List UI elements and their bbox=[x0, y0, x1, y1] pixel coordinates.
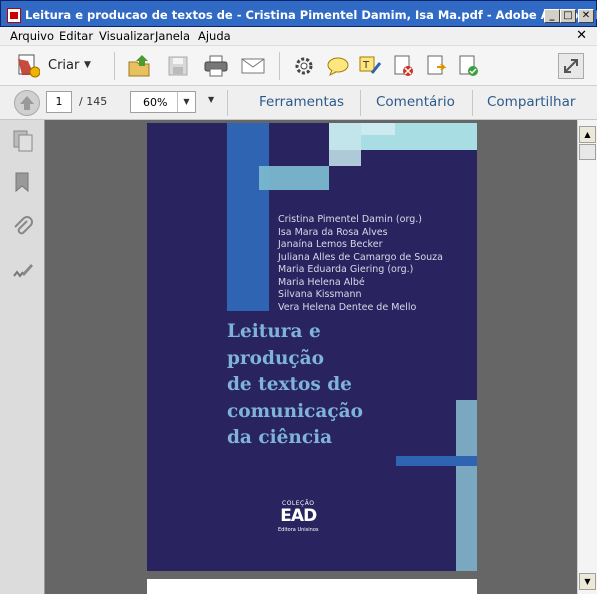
menu-editar[interactable]: Editar bbox=[59, 29, 93, 43]
author-name: Maria Eduarda Giering (org.) bbox=[278, 264, 414, 275]
speech-bubble-icon bbox=[327, 57, 349, 77]
author-name: Vera Helena Dentee de Mello bbox=[278, 301, 417, 313]
export-button[interactable] bbox=[424, 53, 450, 79]
scroll-down-button[interactable]: ▼ bbox=[579, 573, 596, 590]
book-cover: Cristina Pimentel Damin (org.) Isa Mara … bbox=[147, 123, 477, 571]
page-number-input[interactable]: 1 bbox=[46, 91, 72, 113]
action-page-icon bbox=[459, 55, 478, 76]
collection-logo: COLEÇÃO EAD Editora Unisinos bbox=[278, 500, 319, 533]
vertical-scrollbar[interactable]: ▲ ▼ bbox=[577, 120, 597, 594]
author-name: Cristina Pimentel Damin (org.) bbox=[278, 214, 422, 225]
book-title: Leitura e produção de textos de comunica… bbox=[227, 321, 363, 448]
gear-icon bbox=[295, 57, 313, 75]
zoom-value: 60% bbox=[143, 96, 168, 109]
delete-button[interactable] bbox=[391, 53, 417, 79]
page-up-button[interactable] bbox=[14, 90, 40, 116]
delete-page-icon bbox=[394, 55, 413, 76]
tab-compartilhar[interactable]: Compartilhar bbox=[487, 94, 575, 110]
comment-button[interactable] bbox=[325, 53, 351, 79]
open-button[interactable] bbox=[127, 53, 153, 79]
chevron-down-icon: ▼ bbox=[84, 60, 91, 70]
arrow-up-icon bbox=[20, 96, 34, 110]
text-edit-icon: T bbox=[359, 56, 382, 74]
action-button[interactable] bbox=[456, 53, 482, 79]
close-button[interactable]: ✕ bbox=[578, 9, 594, 23]
email-button[interactable] bbox=[240, 53, 266, 79]
tab-comentario[interactable]: Comentário bbox=[376, 94, 455, 110]
open-folder-icon bbox=[128, 55, 150, 77]
author-name: Janaína Lemos Becker bbox=[278, 239, 383, 250]
create-pdf-icon bbox=[18, 54, 40, 78]
export-page-icon bbox=[427, 55, 447, 75]
page-thumbnails-button[interactable] bbox=[12, 130, 34, 152]
envelope-icon bbox=[241, 58, 265, 74]
svg-text:T: T bbox=[362, 60, 370, 71]
attachments-button[interactable] bbox=[12, 216, 34, 238]
document-close-button[interactable]: ✕ bbox=[576, 28, 587, 43]
bookmark-icon bbox=[15, 172, 29, 193]
maximize-button[interactable]: □ bbox=[560, 9, 576, 23]
highlight-button[interactable]: T bbox=[357, 53, 383, 79]
author-name: Silvana Kissmann bbox=[278, 289, 362, 300]
settings-button[interactable] bbox=[291, 53, 317, 79]
publisher-name: Editora Unisinos bbox=[278, 527, 319, 533]
page-total: / 145 bbox=[79, 95, 108, 108]
separator bbox=[472, 90, 473, 116]
separator bbox=[360, 90, 361, 116]
bookmarks-button[interactable] bbox=[12, 172, 34, 194]
save-button[interactable] bbox=[165, 53, 191, 79]
expand-icon bbox=[564, 59, 578, 73]
next-page bbox=[147, 579, 477, 594]
separator bbox=[279, 52, 280, 80]
acrobat-icon bbox=[7, 8, 21, 23]
menu-arquivo[interactable]: Arquivo bbox=[10, 29, 54, 43]
menu-bar: Arquivo Editar Visualizar Janela Ajuda ✕ bbox=[0, 27, 597, 45]
scroll-up-button[interactable]: ▲ bbox=[579, 126, 596, 143]
author-name: Juliana Alles de Camargo de Souza bbox=[278, 251, 443, 263]
menu-janela[interactable]: Janela bbox=[155, 29, 190, 43]
pages-icon bbox=[13, 130, 33, 152]
navigation-pane bbox=[0, 120, 45, 594]
signatures-button[interactable] bbox=[12, 260, 34, 282]
author-name: Isa Mara da Rosa Alves bbox=[278, 226, 388, 238]
scroll-thumb[interactable] bbox=[579, 144, 596, 160]
paperclip-icon bbox=[14, 216, 33, 235]
ead-logo: EAD bbox=[280, 506, 317, 526]
separator bbox=[227, 90, 228, 116]
signature-icon bbox=[13, 264, 33, 278]
separator bbox=[114, 52, 115, 80]
chevron-down-icon: ▼ bbox=[208, 95, 215, 104]
fullscreen-button[interactable] bbox=[558, 53, 584, 79]
tab-ferramentas[interactable]: Ferramentas bbox=[259, 94, 344, 110]
chevron-down-icon[interactable]: ▼ bbox=[177, 92, 195, 112]
zoom-select[interactable]: 60% ▼ bbox=[130, 91, 196, 113]
more-tools-dropdown[interactable]: ▼ bbox=[208, 95, 214, 104]
main-toolbar: Criar ▼ T bbox=[0, 45, 597, 86]
title-bar: Leitura e producao de textos de - Cristi… bbox=[0, 0, 597, 27]
minimize-button[interactable]: _ bbox=[544, 9, 560, 23]
create-label: Criar bbox=[48, 58, 80, 73]
save-icon bbox=[168, 56, 188, 76]
author-list: Cristina Pimentel Damin (org.) Isa Mara … bbox=[278, 214, 443, 314]
author-name: Maria Helena Albé bbox=[278, 276, 365, 288]
menu-visualizar[interactable]: Visualizar bbox=[99, 29, 154, 43]
create-button[interactable]: Criar ▼ bbox=[14, 53, 100, 79]
printer-icon bbox=[204, 55, 228, 77]
menu-ajuda[interactable]: Ajuda bbox=[198, 29, 231, 43]
print-button[interactable] bbox=[203, 53, 229, 79]
window-title: Leitura e producao de textos de - Cristi… bbox=[25, 8, 597, 22]
